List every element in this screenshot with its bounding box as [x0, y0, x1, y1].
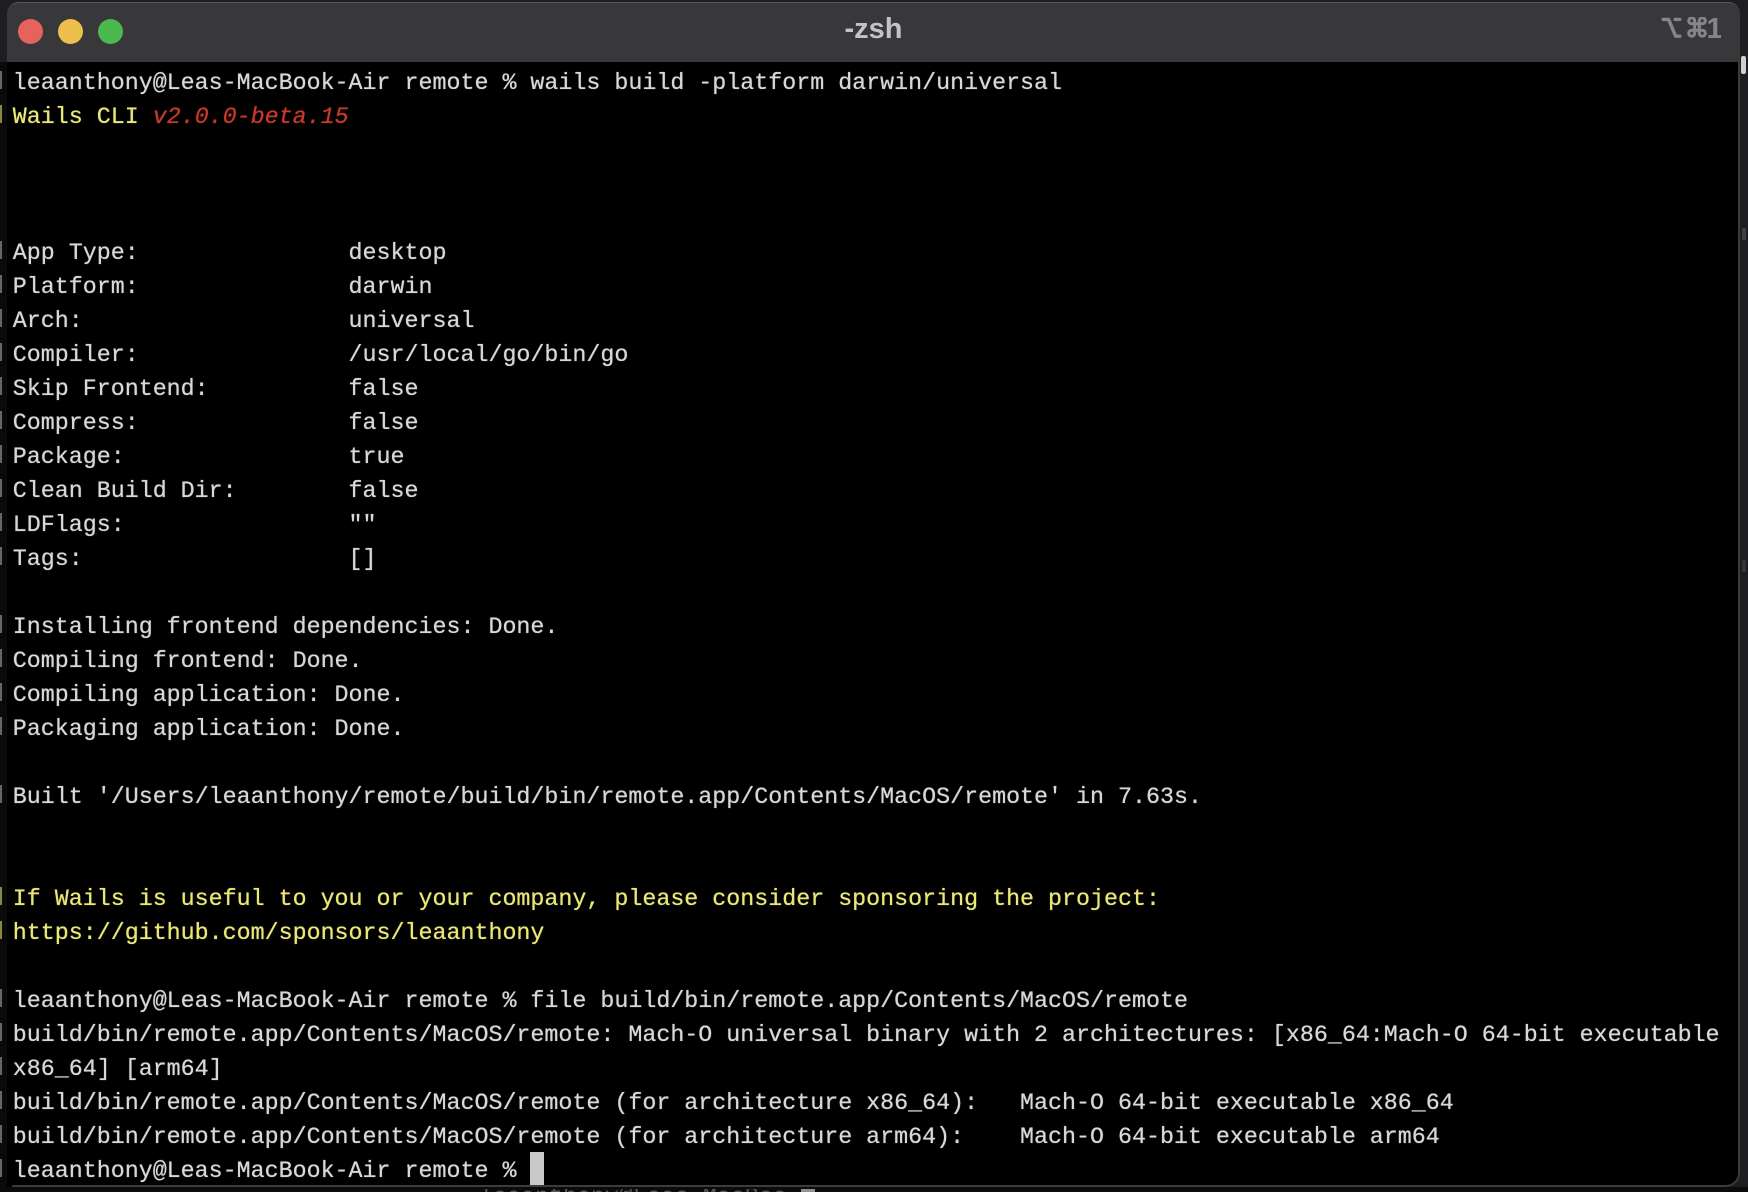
svg-text:1: 1	[1707, 17, 1722, 39]
